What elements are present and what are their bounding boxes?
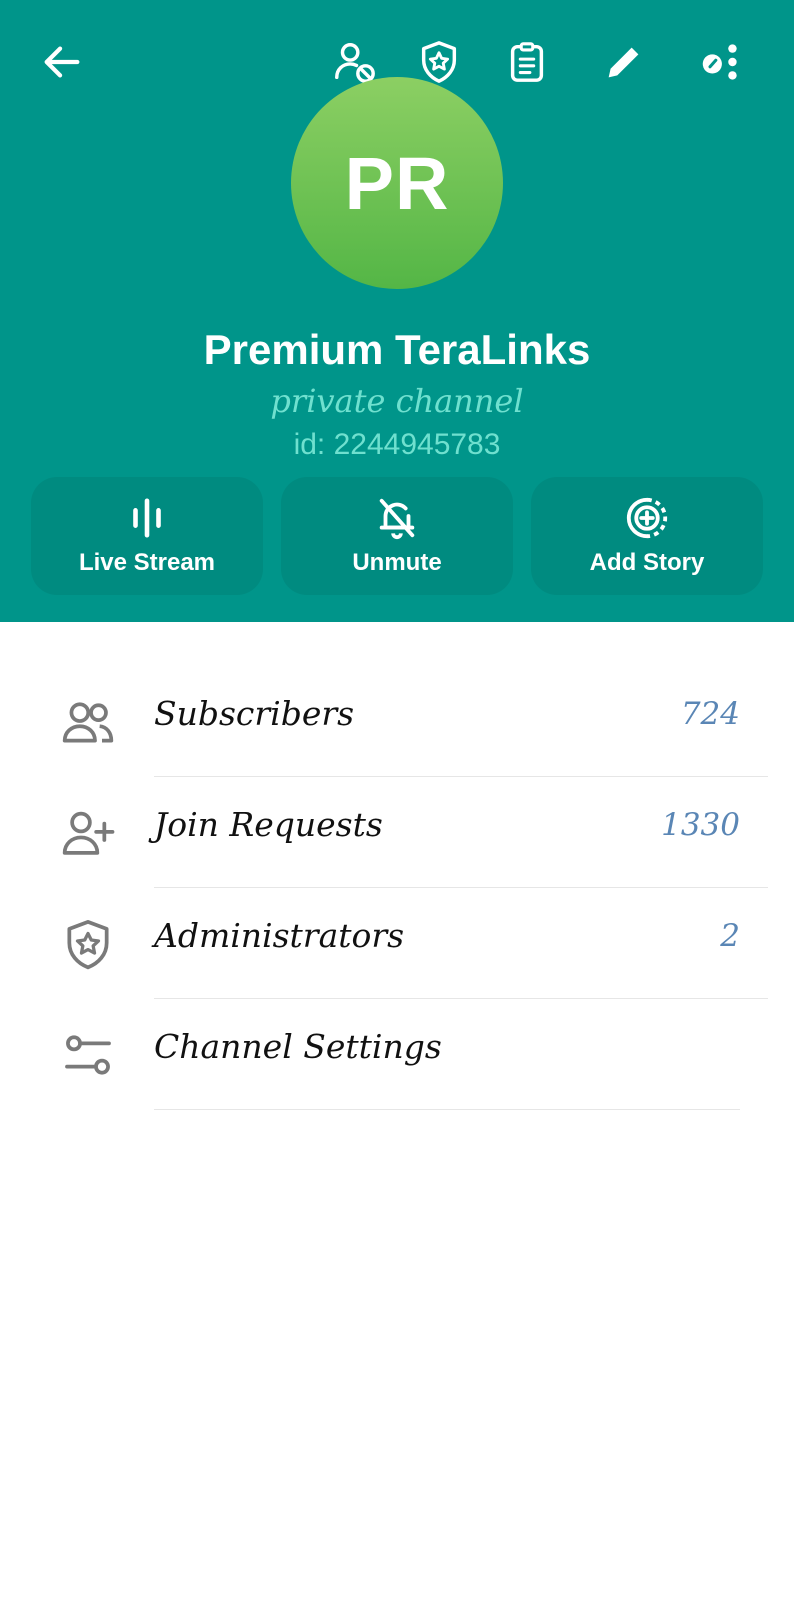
subscribers-count: 724 (680, 696, 740, 732)
bell-muted-icon (379, 498, 415, 540)
users-icon (62, 702, 114, 743)
live-stream-label: Live Stream (78, 549, 216, 576)
recent-actions-button[interactable] (495, 30, 559, 94)
add-story-label: Add Story (589, 549, 705, 576)
channel-type: private channel (270, 382, 524, 420)
shield-star-icon (421, 41, 457, 83)
more-options-button[interactable] (688, 30, 752, 94)
channel-avatar[interactable]: PR (291, 77, 503, 289)
avatar-initials: PR (344, 141, 450, 225)
add-story-icon (626, 497, 668, 539)
clipboard-icon (510, 42, 544, 82)
channel-id: id: 2244945783 (293, 428, 501, 461)
unmute-button[interactable]: Unmute (281, 477, 513, 595)
subscribers-row[interactable]: Subscribers 724 (0, 666, 794, 777)
join-requests-label: Join Requests (154, 805, 383, 844)
channel-title: Premium TeraLinks (203, 326, 591, 373)
join-requests-row[interactable]: Join Requests 1330 (0, 777, 794, 888)
administrators-count: 2 (720, 918, 740, 954)
user-blocked-icon (335, 43, 375, 83)
sliders-icon (65, 1035, 111, 1075)
subscribers-label: Subscribers (154, 694, 355, 733)
unmute-label: Unmute (352, 549, 442, 576)
live-stream-button[interactable]: Live Stream (31, 477, 263, 595)
channel-header: PR Premium TeraLinks private channel id:… (0, 0, 794, 622)
more-options-icon (702, 44, 737, 80)
channel-settings-row[interactable]: Channel Settings (0, 999, 794, 1110)
administrators-row[interactable]: Administrators 2 (0, 888, 794, 999)
administrators-label: Administrators (154, 916, 405, 955)
live-stream-icon (133, 498, 161, 538)
edit-button[interactable] (592, 30, 656, 94)
add-story-button[interactable]: Add Story (531, 477, 763, 595)
user-add-icon (62, 811, 115, 855)
divider (154, 1109, 740, 1110)
channel-settings-label: Channel Settings (154, 1027, 442, 1066)
back-arrow-icon (44, 46, 80, 78)
shield-star-icon (67, 919, 109, 970)
pencil-icon (608, 47, 639, 78)
join-requests-count: 1330 (661, 807, 740, 843)
back-button[interactable] (30, 30, 94, 94)
